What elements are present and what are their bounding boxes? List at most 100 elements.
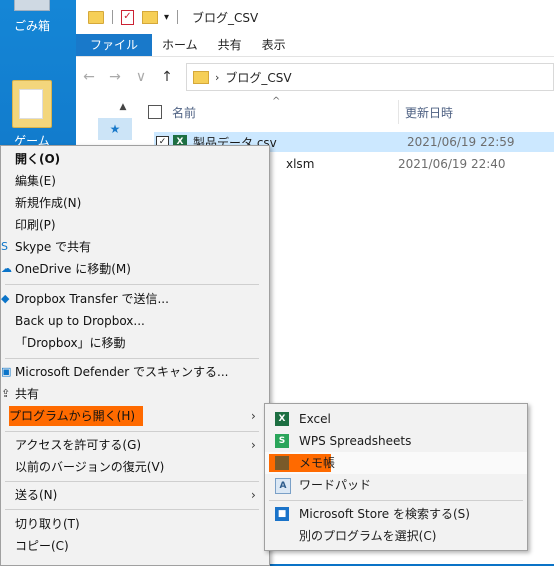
- recycle-bin-label: ごみ箱: [13, 19, 50, 33]
- dropbox-icon: ◆: [1, 292, 10, 305]
- menu-item-dropbox-transfer[interactable]: ◆ Dropbox Transfer で送信...: [1, 288, 269, 310]
- submenu-item-excel[interactable]: X Excel: [265, 408, 527, 430]
- submenu-item-label: 別のプログラムを選択(C): [299, 529, 437, 543]
- menu-item-label: Dropbox Transfer で送信...: [15, 292, 169, 306]
- submenu-item-wps[interactable]: S WPS Spreadsheets: [265, 430, 527, 452]
- menu-item-label: Back up to Dropbox...: [15, 314, 145, 328]
- menu-item-edit[interactable]: 編集(E): [1, 170, 269, 192]
- recycle-bin[interactable]: ごみ箱: [2, 0, 62, 34]
- tab-share[interactable]: 共有: [208, 34, 252, 56]
- menu-item-label: 新規作成(N): [15, 196, 82, 210]
- column-date[interactable]: 更新日時: [405, 104, 525, 121]
- desktop-folder[interactable]: ゲーム: [2, 80, 62, 148]
- chevron-right-icon: ›: [251, 409, 256, 423]
- menu-separator: [5, 284, 259, 285]
- notepad-icon: [275, 456, 289, 470]
- submenu-item-label: ワードパッド: [299, 478, 372, 492]
- properties-icon[interactable]: ✓: [121, 9, 134, 25]
- menu-item-new[interactable]: 新規作成(N): [1, 192, 269, 214]
- defender-icon: ▣: [1, 365, 12, 378]
- submenu-item-label: メモ帳: [299, 456, 336, 470]
- tab-view[interactable]: 表示: [252, 34, 296, 56]
- submenu-item-store[interactable]: ■ Microsoft Store を検索する(S): [265, 503, 527, 525]
- menu-item-label: 印刷(P): [15, 218, 56, 232]
- menu-item-label: コピー(C): [15, 539, 69, 553]
- divider: [177, 10, 179, 24]
- menu-item-label: 以前のバージョンの復元(V): [15, 460, 165, 474]
- column-header: ^ 名前 更新日時: [132, 96, 554, 126]
- submenu-item-label: WPS Spreadsheets: [299, 434, 412, 448]
- recent-dropdown-icon[interactable]: ∨: [128, 69, 154, 85]
- wordpad-icon: A: [275, 478, 291, 494]
- submenu-item-notepad[interactable]: メモ帳: [265, 452, 527, 474]
- menu-item-label: 切り取り(T): [15, 517, 80, 531]
- menu-item-dropbox-backup[interactable]: Back up to Dropbox...: [1, 310, 269, 332]
- menu-item-label: 送る(N): [15, 488, 58, 502]
- onedrive-icon: ☁: [1, 262, 12, 275]
- menu-separator: [5, 509, 259, 510]
- ribbon-tabs: ファイル ホーム 共有 表示: [76, 34, 554, 57]
- menu-item-share[interactable]: ⇪ 共有: [1, 383, 269, 405]
- address-bar: ← → ∨ ↑ › ブログ_CSV: [76, 56, 554, 98]
- chevron-right-icon[interactable]: ›: [215, 71, 219, 84]
- menu-item-label: 編集(E): [15, 174, 56, 188]
- column-name[interactable]: 名前: [172, 104, 398, 121]
- address-field[interactable]: › ブログ_CSV: [186, 63, 554, 91]
- window-title: ブログ_CSV: [192, 10, 259, 25]
- chevron-right-icon: ›: [251, 488, 256, 502]
- menu-separator: [5, 431, 259, 432]
- scroll-up-icon[interactable]: ▲: [116, 102, 130, 116]
- menu-separator: [5, 358, 259, 359]
- menu-item-defender-scan[interactable]: ▣ Microsoft Defender でスキャンする...: [1, 361, 269, 383]
- new-folder-icon[interactable]: [142, 10, 158, 24]
- store-icon: ■: [275, 507, 289, 521]
- wps-icon: S: [275, 434, 289, 448]
- share-icon: ⇪: [1, 387, 11, 400]
- menu-separator: [5, 481, 259, 482]
- divider: [398, 100, 399, 124]
- menu-item-onedrive[interactable]: ☁ OneDrive に移動(M): [1, 258, 269, 280]
- folder-icon: [193, 70, 209, 84]
- menu-item-restore-versions[interactable]: 以前のバージョンの復元(V): [1, 456, 269, 478]
- menu-item-label: Microsoft Defender でスキャンする...: [15, 365, 229, 379]
- back-icon[interactable]: ←: [76, 69, 102, 85]
- tab-file[interactable]: ファイル: [76, 34, 153, 56]
- menu-item-copy[interactable]: コピー(C): [1, 535, 269, 557]
- menu-item-label: プログラムから開く(H): [9, 406, 144, 426]
- menu-item-print[interactable]: 印刷(P): [1, 214, 269, 236]
- quick-access-pin-icon[interactable]: ★: [98, 118, 132, 140]
- menu-item-cut[interactable]: 切り取り(T): [1, 513, 269, 535]
- folder-icon: [12, 80, 52, 128]
- forward-icon[interactable]: →: [102, 69, 128, 85]
- menu-item-label: アクセスを許可する(G): [15, 438, 142, 452]
- title-bar: ✓ ▾ ブログ_CSV: [76, 0, 554, 34]
- tab-home[interactable]: ホーム: [152, 34, 208, 56]
- folder-icon: [88, 10, 104, 24]
- menu-item-dropbox-move[interactable]: 「Dropbox」に移動: [1, 332, 269, 354]
- menu-item-send-to[interactable]: 送る(N) ›: [1, 484, 269, 506]
- submenu-item-choose-other[interactable]: 別のプログラムを選択(C): [265, 525, 527, 547]
- address-path: ブログ_CSV: [225, 70, 292, 85]
- submenu-item-label: Microsoft Store を検索する(S): [299, 507, 470, 521]
- chevron-right-icon: ›: [251, 438, 256, 452]
- context-menu: 開く(O) 編集(E) 新規作成(N) 印刷(P) S Skype で共有 ☁ …: [0, 145, 270, 566]
- menu-item-label: OneDrive に移動(M): [15, 262, 131, 276]
- menu-item-label: 共有: [15, 387, 40, 401]
- divider: [112, 10, 113, 24]
- excel-icon: X: [275, 412, 289, 426]
- up-icon[interactable]: ↑: [154, 69, 180, 85]
- menu-item-open[interactable]: 開く(O): [1, 148, 269, 170]
- menu-item-give-access[interactable]: アクセスを許可する(G) ›: [1, 434, 269, 456]
- submenu-item-label: Excel: [299, 412, 331, 426]
- skype-icon: S: [1, 240, 8, 253]
- submenu-item-wordpad[interactable]: A ワードパッド: [265, 474, 527, 496]
- file-name: xlsm: [286, 157, 315, 171]
- file-date: 2021/06/19 22:59: [407, 135, 515, 149]
- select-all-checkbox[interactable]: [148, 105, 162, 119]
- menu-item-skype-share[interactable]: S Skype で共有: [1, 236, 269, 258]
- quick-access-dropdown-icon[interactable]: ▾: [164, 12, 169, 23]
- menu-item-open-with[interactable]: プログラムから開く(H) ›: [1, 405, 269, 427]
- menu-item-label: 「Dropbox」に移動: [15, 336, 126, 350]
- recycle-bin-icon: [14, 0, 50, 11]
- open-with-submenu: X Excel S WPS Spreadsheets メモ帳 A ワードパッド …: [264, 403, 528, 551]
